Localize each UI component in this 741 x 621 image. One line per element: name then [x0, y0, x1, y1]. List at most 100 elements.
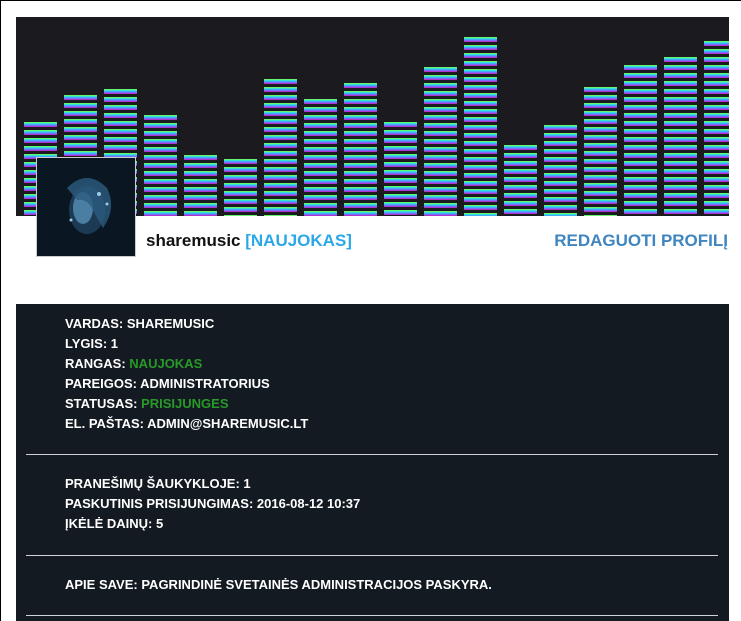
equalizer-bar-segment [504, 161, 537, 166]
equalizer-bar-segment [424, 91, 457, 96]
equalizer-bar-segment [704, 49, 729, 54]
level-label: LYGIS: [65, 336, 108, 351]
last-login-row: PASKUTINIS PRISIJUNGIMAS: 2016-08-12 10:… [65, 494, 360, 514]
equalizer-bar-segment [464, 109, 497, 114]
equalizer-bar-segment [544, 205, 577, 210]
divider [26, 615, 718, 616]
equalizer-bar-segment [344, 139, 377, 144]
equalizer-bar-segment [304, 131, 337, 136]
equalizer-bar-segment [424, 67, 457, 72]
equalizer-bar-segment [504, 185, 537, 190]
equalizer-bar-segment [144, 147, 177, 152]
equalizer-bar-segment [704, 137, 729, 142]
equalizer-bar-segment [464, 197, 497, 202]
equalizer-bar-segment [104, 145, 137, 150]
equalizer-bar-segment [264, 191, 297, 196]
equalizer-bar-segment [624, 169, 657, 174]
last-login-label: PASKUTINIS PRISIJUNGIMAS: [65, 496, 254, 511]
equalizer-bar-segment [424, 107, 457, 112]
equalizer-bar-segment [664, 65, 697, 70]
equalizer-bar-segment [624, 193, 657, 198]
details-section: VARDAS: SHAREMUSIC LYGIS: 1 RANGAS: NAUJ… [16, 314, 308, 434]
equalizer-bar-segment [144, 115, 177, 120]
equalizer-bar-segment [344, 147, 377, 152]
divider [26, 454, 718, 455]
equalizer-bar-segment [704, 185, 729, 190]
avatar-image [37, 158, 135, 256]
equalizer-bar-segment [24, 130, 57, 135]
equalizer-bar-segment [664, 137, 697, 142]
equalizer-bar-segment [624, 113, 657, 118]
equalizer-bar-segment [504, 201, 537, 206]
equalizer-bar-segment [624, 161, 657, 166]
equalizer-bar-segment [264, 167, 297, 172]
equalizer-bar-segment [664, 105, 697, 110]
equalizer-bar-segment [584, 103, 617, 108]
equalizer-bar-segment [224, 199, 257, 204]
equalizer-bar-segment [464, 45, 497, 50]
equalizer-bar-segment [384, 146, 417, 151]
equalizer-bar-segment [664, 97, 697, 102]
equalizer-bar-segment [424, 171, 457, 176]
equalizer-bar-segment [584, 111, 617, 116]
equalizer-bar-segment [464, 101, 497, 106]
equalizer-bar-segment [584, 127, 617, 132]
equalizer-bar-segment [304, 115, 337, 120]
equalizer-bar-segment [144, 171, 177, 176]
equalizer-bar-segment [624, 201, 657, 206]
rank-label: RANGAS: [65, 356, 126, 371]
equalizer-bar-segment [664, 57, 697, 62]
equalizer-bar-segment [24, 122, 57, 127]
equalizer-bar-segment [104, 121, 137, 126]
equalizer-bar-segment [584, 95, 617, 100]
equalizer-bar-segment [664, 201, 697, 206]
equalizer-bar-segment [504, 153, 537, 158]
equalizer-bar-segment [64, 151, 97, 156]
equalizer-bar-segment [584, 119, 617, 124]
equalizer-bar-segment [264, 87, 297, 92]
equalizer-bar-segment [264, 127, 297, 132]
equalizer-bar-segment [664, 89, 697, 94]
rank-row: RANGAS: NAUJOKAS [65, 354, 308, 374]
equalizer-bar-segment [264, 159, 297, 164]
equalizer-bar-segment [624, 209, 657, 214]
status-value: PRISIJUNGES [141, 396, 229, 411]
name-label: VARDAS: [65, 316, 124, 331]
equalizer-bar-segment [704, 153, 729, 158]
edit-profile-link[interactable]: REDAGUOTI PROFILĮ [554, 231, 728, 251]
shoutbox-row: PRANEŠIMŲ ŠAUKYKLOJE: 1 [65, 474, 360, 494]
equalizer-bar-segment [544, 165, 577, 170]
equalizer-bar-segment [64, 135, 97, 140]
equalizer-bar-segment [544, 189, 577, 194]
equalizer-bar-segment [24, 146, 57, 151]
equalizer-bar-segment [224, 167, 257, 172]
equalizer-bar-segment [584, 199, 617, 204]
equalizer-bar-segment [264, 151, 297, 156]
equalizer-bar-segment [544, 157, 577, 162]
equalizer-bar-segment [344, 83, 377, 88]
equalizer-bar-segment [664, 185, 697, 190]
equalizer-bar-segment [104, 129, 137, 134]
name-value: SHAREMUSIC [126, 316, 215, 331]
equalizer-bar-segment [624, 177, 657, 182]
equalizer-bar-segment [584, 215, 617, 216]
equalizer-bar-segment [704, 89, 729, 94]
avatar[interactable] [36, 157, 136, 257]
songs-label: ĮKĖLĖ DAINŲ: [65, 516, 153, 531]
equalizer-bar-segment [544, 149, 577, 154]
equalizer-bar-segment [544, 173, 577, 178]
equalizer-bar-segment [304, 123, 337, 128]
equalizer-bar-segment [344, 115, 377, 120]
equalizer-bar-segment [64, 95, 97, 100]
equalizer-bar-segment [304, 139, 337, 144]
equalizer-bar-segment [664, 81, 697, 86]
equalizer-bar-segment [464, 85, 497, 90]
equalizer-bar-segment [424, 203, 457, 208]
equalizer-bar-segment [464, 149, 497, 154]
equalizer-bar-segment [544, 181, 577, 186]
equalizer-bar-segment [664, 129, 697, 134]
equalizer-bar-segment [624, 129, 657, 134]
equalizer-bar-segment [424, 115, 457, 120]
equalizer-bar-segment [624, 153, 657, 158]
equalizer-bar-segment [264, 215, 297, 216]
